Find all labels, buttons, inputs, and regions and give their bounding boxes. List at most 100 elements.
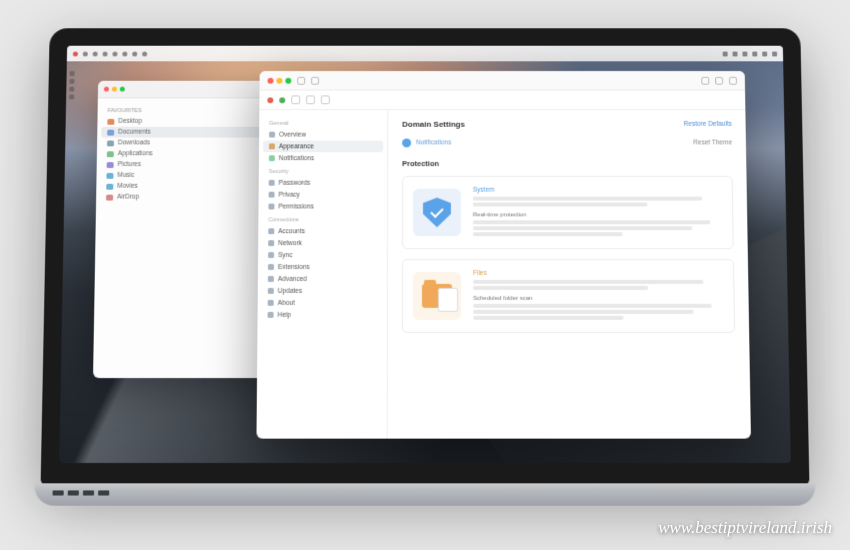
menu-item[interactable] xyxy=(142,51,147,56)
folder-icon xyxy=(106,194,113,200)
card-title: System xyxy=(473,187,722,194)
search-button[interactable] xyxy=(715,76,723,84)
desktop-widgets xyxy=(69,71,74,99)
sidebar-item-icon xyxy=(269,143,275,149)
sidebar-item-label: Applications xyxy=(118,150,153,157)
sidebar-item-label: Help xyxy=(278,311,291,318)
system-menubar xyxy=(67,46,783,62)
shield-icon xyxy=(423,198,451,228)
tray-icon[interactable] xyxy=(723,51,728,56)
sidebar-item-icon xyxy=(268,276,274,282)
folder-icon xyxy=(107,129,114,135)
page-title: Domain Settings xyxy=(402,120,465,129)
back-button[interactable] xyxy=(297,76,305,84)
sidebar-item[interactable]: Notifications xyxy=(263,152,383,164)
sidebar-item-label: Advanced xyxy=(278,275,307,282)
sidebar-item[interactable]: Sync xyxy=(262,249,383,261)
zoom-button[interactable] xyxy=(120,87,125,92)
restore-defaults-link[interactable]: Restore Defaults xyxy=(684,121,732,128)
card-subtitle: Real-time protection xyxy=(473,212,722,218)
folder-icon xyxy=(422,284,452,308)
sidebar-item-icon xyxy=(268,288,274,294)
more-button[interactable] xyxy=(729,76,737,84)
sidebar-item[interactable]: Appearance xyxy=(263,140,383,152)
sidebar-item[interactable]: Advanced xyxy=(262,273,383,285)
toolbar-button[interactable] xyxy=(291,95,300,104)
app-sidebar: GeneralOverviewAppearanceNotificationsSe… xyxy=(256,110,388,439)
forward-button[interactable] xyxy=(311,76,319,84)
toolbar-button[interactable] xyxy=(306,95,315,104)
sidebar-item-icon xyxy=(268,300,274,306)
sidebar-item-label: Pictures xyxy=(118,161,141,168)
breadcrumb: Notifications Reset Theme xyxy=(402,135,732,156)
sidebar-item-label: Sync xyxy=(278,252,292,259)
sidebar-item-label: Movies xyxy=(117,183,138,190)
content-card[interactable]: System Real-time protection xyxy=(402,176,734,249)
sidebar-item[interactable]: About xyxy=(262,297,383,309)
tray-icon[interactable] xyxy=(733,51,738,56)
sidebar-item[interactable]: Accounts xyxy=(262,225,383,237)
minimize-button[interactable] xyxy=(276,77,282,83)
sidebar-item-icon xyxy=(268,240,274,246)
card-body: FilesScheduled folder scan xyxy=(473,270,724,322)
zoom-button[interactable] xyxy=(285,77,291,83)
card-body: System Real-time protection xyxy=(473,187,723,238)
minimize-button[interactable] xyxy=(112,87,117,92)
close-button[interactable] xyxy=(104,87,109,92)
sidebar-item-label: Extensions xyxy=(278,264,310,271)
battery-icon[interactable] xyxy=(762,51,767,56)
window-controls xyxy=(268,77,292,83)
menu-item[interactable] xyxy=(112,51,117,56)
share-button[interactable] xyxy=(701,76,709,84)
sidebar-item[interactable]: Overview xyxy=(263,129,383,141)
apple-menu-icon[interactable] xyxy=(73,51,78,56)
sidebar-item[interactable]: Network xyxy=(262,237,383,249)
sidebar-item-icon xyxy=(269,132,275,138)
laptop-frame: Favourites DesktopDocumentsDownloadsAppl… xyxy=(40,28,810,505)
sidebar-item[interactable]: Extensions xyxy=(262,261,383,273)
breadcrumb-icon xyxy=(402,139,411,148)
sidebar-item-label: Privacy xyxy=(279,191,300,198)
menu-item[interactable] xyxy=(132,51,137,56)
toolbar-button[interactable] xyxy=(321,95,330,104)
sidebar-group-heading: Security xyxy=(263,164,383,177)
app-main-content: Domain Settings Restore Defaults Notific… xyxy=(388,110,751,439)
sidebar-item-label: Music xyxy=(117,172,134,179)
sidebar-item-label: Notifications xyxy=(279,155,314,162)
card-icon xyxy=(413,189,461,236)
app-titlebar[interactable] xyxy=(260,71,746,91)
sidebar-item[interactable]: Permissions xyxy=(262,201,383,213)
sidebar-item[interactable]: Help xyxy=(262,309,383,321)
menu-item[interactable] xyxy=(83,51,88,56)
sidebar-item[interactable]: Updates xyxy=(262,285,383,297)
sidebar-item-label: Overview xyxy=(279,131,306,138)
breadcrumb-action[interactable]: Reset Theme xyxy=(693,140,732,147)
settings-window[interactable]: GeneralOverviewAppearanceNotificationsSe… xyxy=(256,71,750,439)
sidebar-item-label: Documents xyxy=(118,129,151,136)
sidebar-item[interactable]: Passwords xyxy=(263,177,384,189)
record-icon[interactable] xyxy=(267,97,273,103)
tray-icon[interactable] xyxy=(742,51,747,56)
sidebar-item[interactable]: Privacy xyxy=(263,189,384,201)
sidebar-item-label: Passwords xyxy=(279,179,311,186)
breadcrumb-label[interactable]: Notifications xyxy=(416,140,451,147)
menu-item[interactable] xyxy=(93,51,98,56)
wifi-icon[interactable] xyxy=(752,51,757,56)
close-button[interactable] xyxy=(268,77,274,83)
sidebar-item-icon xyxy=(268,264,274,270)
card-title: Files xyxy=(473,270,723,277)
menu-item[interactable] xyxy=(122,51,127,56)
sidebar-item-label: About xyxy=(278,299,295,306)
folder-icon xyxy=(106,172,113,178)
sidebar-item-icon xyxy=(268,252,274,258)
app-toolbar xyxy=(259,91,745,111)
sidebar-item-icon xyxy=(268,228,274,234)
sidebar-item-label: Desktop xyxy=(118,118,142,125)
clock-icon[interactable] xyxy=(772,51,777,56)
sidebar-item-label: Permissions xyxy=(278,203,313,210)
content-card[interactable]: FilesScheduled folder scan xyxy=(402,259,735,333)
menu-item[interactable] xyxy=(103,51,108,56)
section-title: Protection xyxy=(402,159,732,168)
sidebar-group-heading: Connections xyxy=(262,212,383,225)
sidebar-item-label: AirDrop xyxy=(117,194,139,201)
